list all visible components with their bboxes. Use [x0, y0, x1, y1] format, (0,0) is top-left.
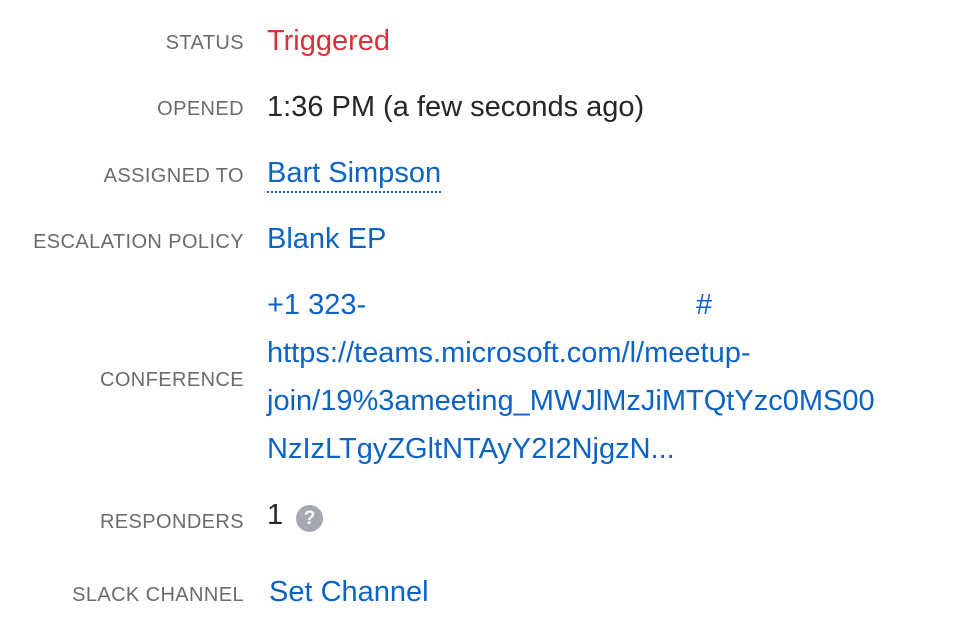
conference-phone-suffix[interactable]: #: [696, 289, 712, 321]
slack-channel-label: SLACK CHANNEL: [72, 584, 244, 606]
conference-url-line-1[interactable]: https://teams.microsoft.com/l/meetup-: [267, 337, 750, 369]
conference-url-line-3[interactable]: NzIzLTgyZGltNTAyY2I2NjgzN...: [267, 433, 675, 465]
assigned-to-label: ASSIGNED TO: [103, 165, 244, 187]
opened-value: 1:36 PM (a few seconds ago): [267, 91, 645, 123]
escalation-policy-link[interactable]: Blank EP: [267, 223, 386, 255]
assignee-link[interactable]: Bart Simpson: [267, 157, 442, 193]
conference-label: CONFERENCE: [99, 369, 244, 391]
opened-label: OPENED: [157, 98, 244, 120]
responders-count: 1: [267, 499, 284, 531]
set-channel-link[interactable]: Set Channel: [269, 576, 429, 608]
conference-url-line-2[interactable]: join/19%3ameeting_MWJlMzJiMTQtYzc0MS00: [267, 385, 875, 417]
responders-label: RESPONDERS: [99, 511, 244, 533]
question-mark-icon[interactable]: ?: [296, 505, 323, 532]
conference-phone-link[interactable]: +1 323-: [267, 289, 366, 321]
escalation-policy-label: ESCALATION POLICY: [33, 231, 244, 253]
status-label: STATUS: [165, 32, 244, 54]
status-value: Triggered: [267, 25, 391, 57]
